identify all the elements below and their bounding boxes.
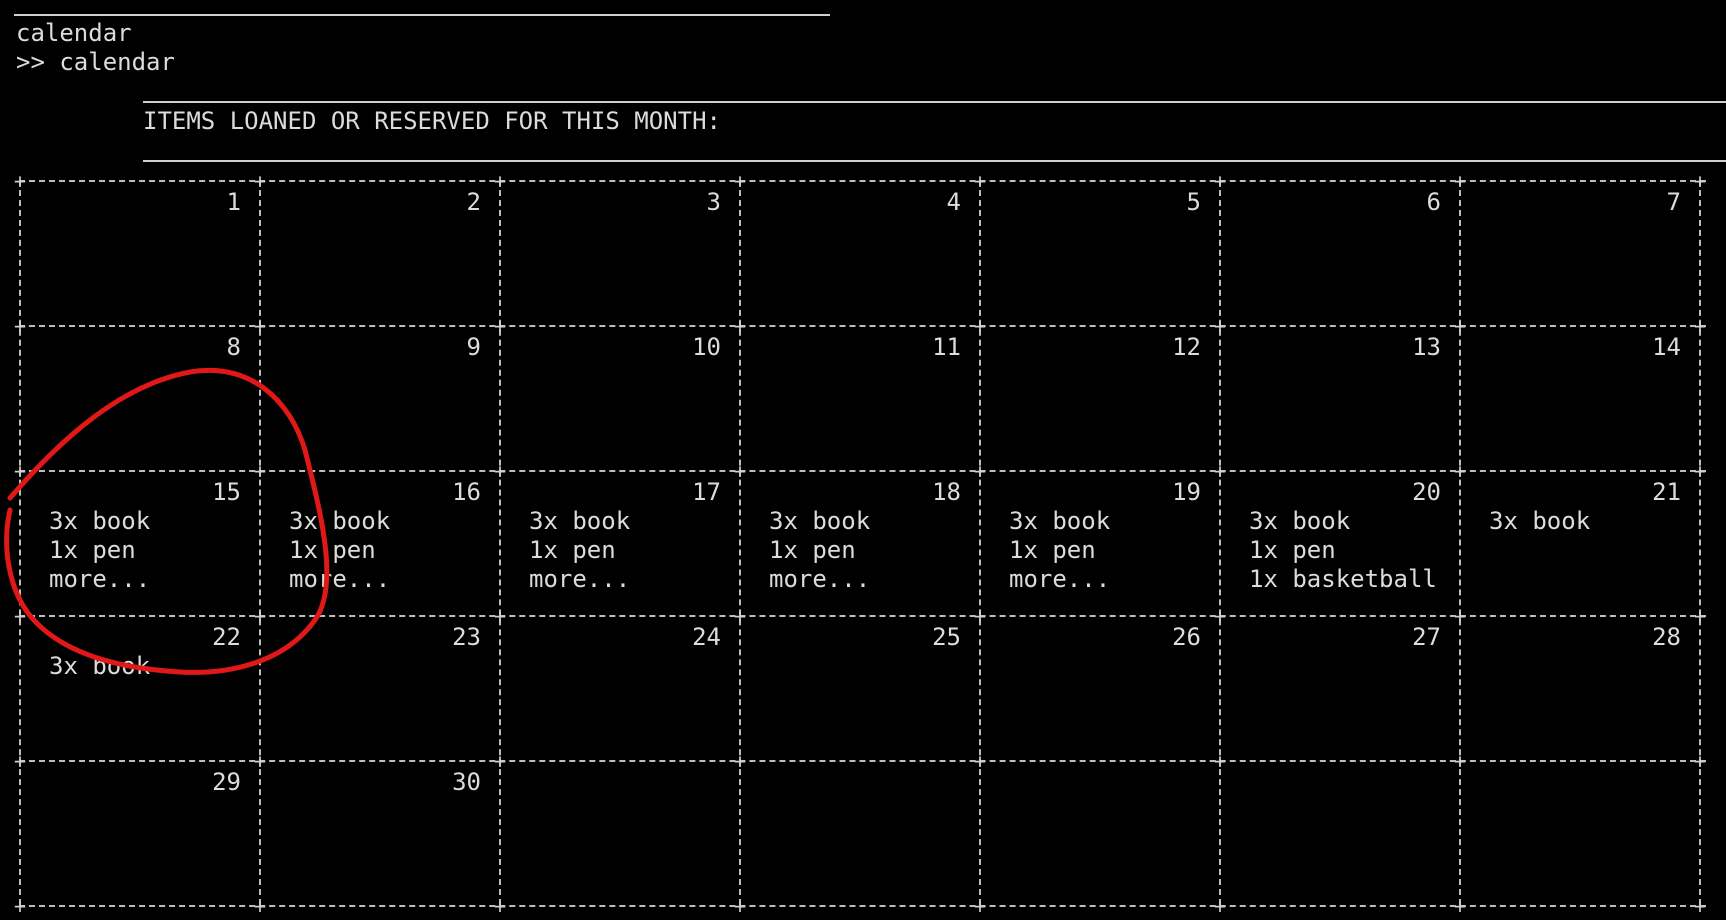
calendar-day-cell: 10 <box>499 325 739 470</box>
more-items-link[interactable]: more... <box>49 565 241 594</box>
calendar-day-cell: 26 <box>979 615 1219 760</box>
day-number: 29 <box>212 768 241 796</box>
day-number: 23 <box>452 623 481 651</box>
calendar-grid: + + + + + + + + + + + + + + + + + + + + + + + + + + + + + + + + + + + + + + + +… <box>14 171 1706 916</box>
calendar-day-cell: 1 <box>19 180 259 325</box>
loaned-item: 1x pen <box>49 536 136 564</box>
calendar-day-cell: 21 3x book <box>1459 470 1699 615</box>
day-number: 9 <box>466 333 481 361</box>
calendar-day-cell: 4 <box>739 180 979 325</box>
calendar-day-cell: 6 <box>1219 180 1459 325</box>
calendar-day-cell: 29 <box>19 760 259 905</box>
day-number: 6 <box>1426 188 1441 216</box>
calendar-day-cell: 14 <box>1459 325 1699 470</box>
day-number: 26 <box>1172 623 1201 651</box>
loaned-item: 1x pen <box>769 536 856 564</box>
loaned-item: 3x book <box>529 507 631 535</box>
more-items-link[interactable]: more... <box>289 565 481 594</box>
day-number: 25 <box>932 623 961 651</box>
calendar-day-cell <box>1219 760 1459 905</box>
day-number: 22 <box>212 623 241 651</box>
calendar-day-cell: 11 <box>739 325 979 470</box>
calendar-day-cell: 9 <box>259 325 499 470</box>
day-number: 13 <box>1412 333 1441 361</box>
calendar-day-cell: 8 <box>19 325 259 470</box>
day-number: 10 <box>692 333 721 361</box>
calendar-day-cell: 5 <box>979 180 1219 325</box>
calendar-day-cell: 7 <box>1459 180 1699 325</box>
day-number: 24 <box>692 623 721 651</box>
calendar-day-cell: 13 <box>1219 325 1459 470</box>
calendar-day-cell: 15 3x book 1x pen more... <box>19 470 259 615</box>
day-number: 3 <box>706 188 721 216</box>
day-number <box>769 768 961 797</box>
loaned-item: 3x book <box>289 507 391 535</box>
calendar-day-cell <box>499 760 739 905</box>
day-number: 15 <box>212 478 241 506</box>
calendar-day-cell: 12 <box>979 325 1219 470</box>
loaned-item: 1x pen <box>289 536 376 564</box>
loaned-item: 1x pen <box>1249 536 1336 564</box>
day-number <box>1249 768 1441 797</box>
calendar-day-cell: 20 3x book 1x pen 1x basketball <box>1219 470 1459 615</box>
calendar-day-cell: 16 3x book 1x pen more... <box>259 470 499 615</box>
more-items-link[interactable]: more... <box>1009 565 1201 594</box>
day-number <box>1489 768 1681 797</box>
loaned-item: 1x pen <box>1009 536 1096 564</box>
calendar-day-cell: 25 <box>739 615 979 760</box>
day-number: 12 <box>1172 333 1201 361</box>
loaned-item: 1x pen <box>529 536 616 564</box>
loaned-item: 3x book <box>1249 507 1351 535</box>
day-number: 19 <box>1172 478 1201 506</box>
day-number: 5 <box>1186 188 1201 216</box>
terminal-prompt-line: >> calendar <box>16 48 175 76</box>
day-number: 4 <box>946 188 961 216</box>
calendar-day-cell: 17 3x book 1x pen more... <box>499 470 739 615</box>
day-number: 2 <box>466 188 481 216</box>
loaned-item: 3x book <box>49 507 151 535</box>
day-number: 17 <box>692 478 721 506</box>
day-number: 1 <box>226 188 241 216</box>
day-number: 14 <box>1652 333 1681 361</box>
loaned-item: 3x book <box>49 652 151 680</box>
calendar-day-cell <box>1459 760 1699 905</box>
day-number: 21 <box>1652 478 1681 506</box>
calendar-header-title: ITEMS LOANED OR RESERVED FOR THIS MONTH: <box>143 107 721 135</box>
calendar-day-cell: 22 3x book <box>19 615 259 760</box>
calendar-day-cell: 28 <box>1459 615 1699 760</box>
calendar-day-cell: 2 <box>259 180 499 325</box>
day-number <box>1009 768 1201 797</box>
day-number: 28 <box>1652 623 1681 651</box>
header-top-rule <box>143 101 1726 103</box>
header-bottom-rule <box>143 160 1726 162</box>
terminal-top-rule <box>14 14 830 16</box>
loaned-item: 3x book <box>769 507 871 535</box>
calendar-day-cell: 3 <box>499 180 739 325</box>
calendar-day-cell: 30 <box>259 760 499 905</box>
calendar-day-cell: 24 <box>499 615 739 760</box>
loaned-item: 1x basketball <box>1249 565 1437 593</box>
grid-vertical-line <box>1699 180 1701 905</box>
more-items-link[interactable]: more... <box>769 565 961 594</box>
loaned-item: 3x book <box>1489 507 1591 535</box>
calendar-day-cell <box>739 760 979 905</box>
day-number: 16 <box>452 478 481 506</box>
day-number: 18 <box>932 478 961 506</box>
calendar-day-cell <box>979 760 1219 905</box>
day-number: 20 <box>1412 478 1441 506</box>
day-number <box>529 768 721 797</box>
loaned-item: 3x book <box>1009 507 1111 535</box>
day-number: 7 <box>1666 188 1681 216</box>
calendar-day-cell: 27 <box>1219 615 1459 760</box>
day-number: 11 <box>932 333 961 361</box>
day-number: 8 <box>226 333 241 361</box>
day-number: 30 <box>452 768 481 796</box>
more-items-link[interactable]: more... <box>529 565 721 594</box>
calendar-day-cell: 19 3x book 1x pen more... <box>979 470 1219 615</box>
terminal-output-line: calendar <box>16 19 132 47</box>
calendar-day-cell: 23 <box>259 615 499 760</box>
calendar-day-cell: 18 3x book 1x pen more... <box>739 470 979 615</box>
day-number: 27 <box>1412 623 1441 651</box>
